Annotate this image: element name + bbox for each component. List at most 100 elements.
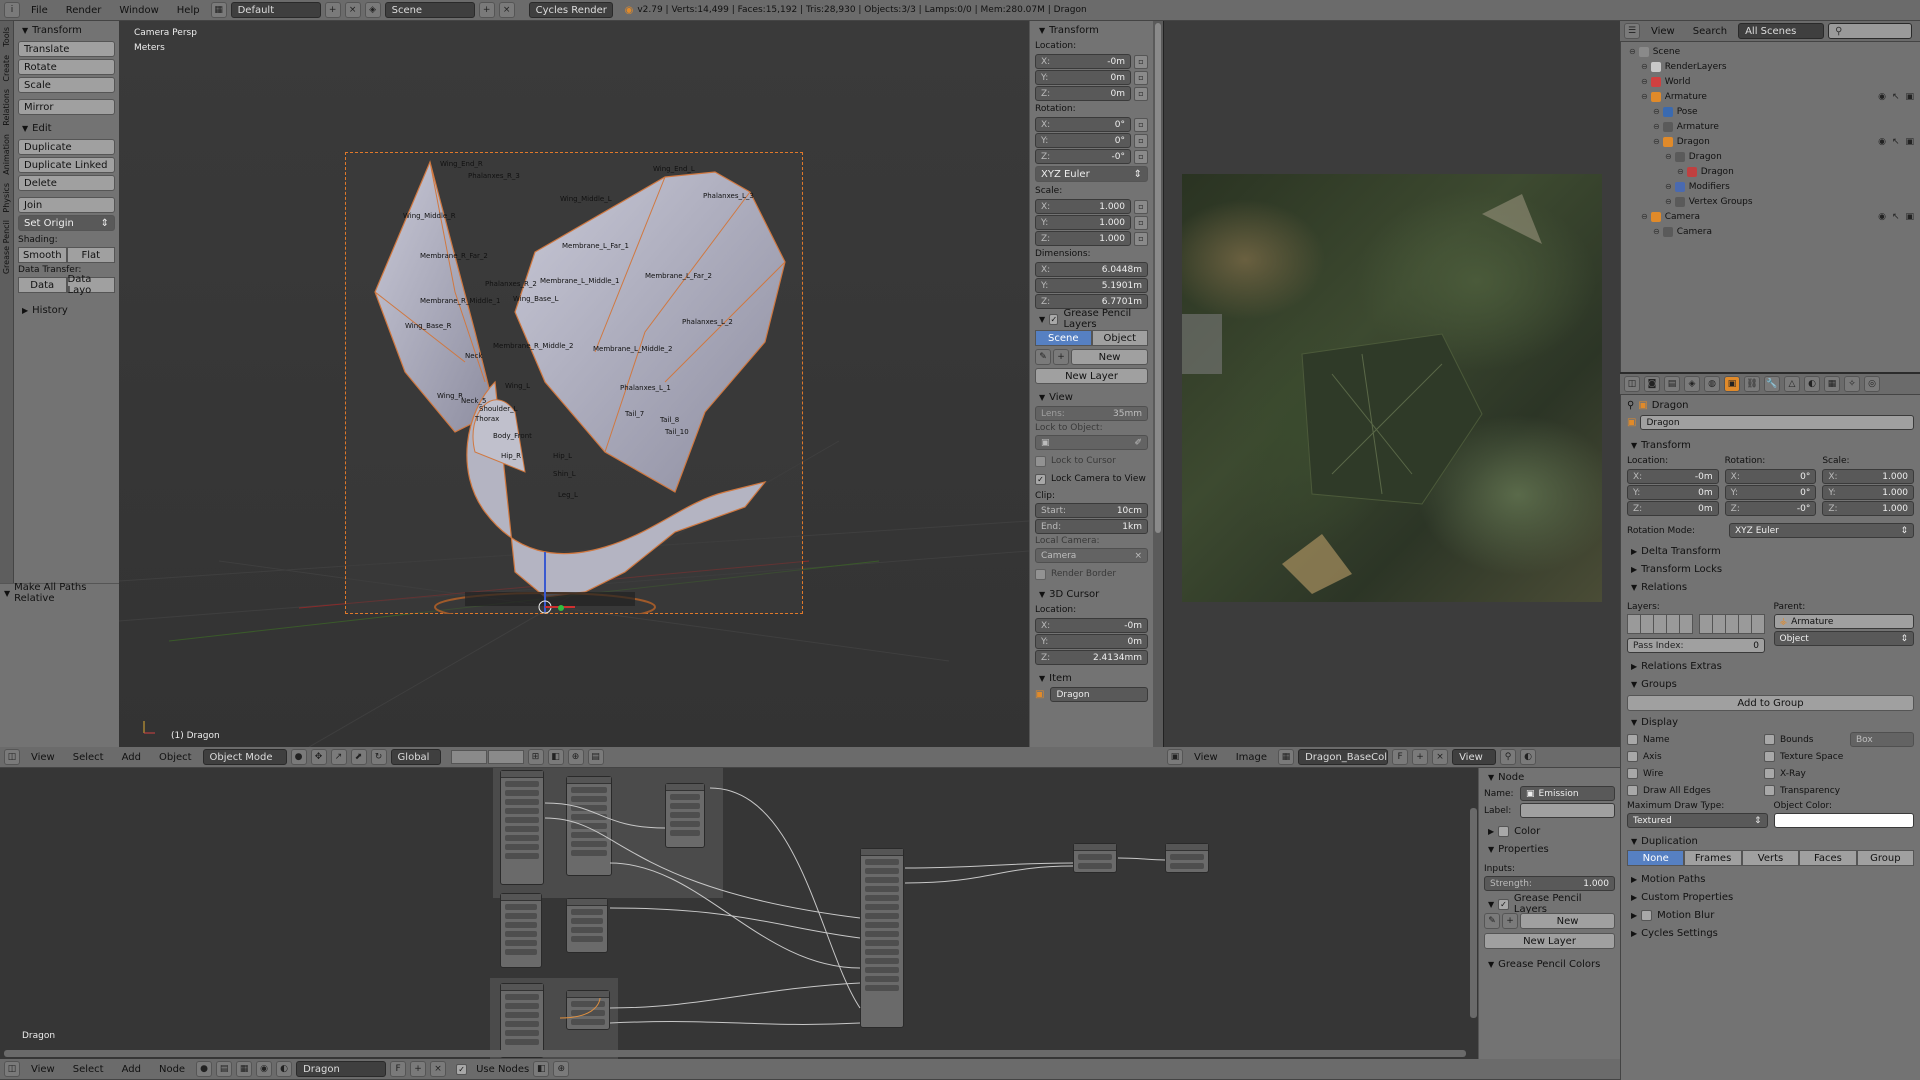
toolshelf-tab[interactable]: Create	[2, 55, 11, 82]
display-transparency-check[interactable]: Transparency	[1764, 782, 1914, 799]
lock-icon[interactable]: ▫	[1134, 231, 1148, 246]
outliner-item[interactable]: ⊖ Camera	[1625, 224, 1916, 239]
outliner-menu-view[interactable]: View	[1644, 26, 1682, 37]
mirror-button[interactable]: Mirror	[18, 99, 115, 115]
gp-scene-tab[interactable]: Scene	[1035, 330, 1092, 346]
props-section-transform[interactable]: Transform	[1627, 436, 1914, 454]
compositor-tree-icon[interactable]: ▤	[216, 1061, 233, 1077]
layers-tab-icon[interactable]: ▤	[1664, 376, 1680, 392]
outliner-item[interactable]: ⊖ Camera ◉ ↖ ▣	[1625, 209, 1916, 224]
material-add-icon[interactable]: +	[410, 1061, 427, 1077]
node-gp-new-button[interactable]: New	[1520, 913, 1615, 929]
props-rotation-field[interactable]: X: 0°	[1724, 469, 1817, 484]
node-vscrollbar[interactable]	[1470, 808, 1477, 1018]
modifiers-tab-icon[interactable]: 🔧	[1764, 376, 1780, 392]
max-draw-type-select[interactable]: Textured ⇕	[1627, 813, 1768, 828]
section-history[interactable]: History	[18, 301, 115, 319]
select-arrow-icon[interactable]: ↖	[1892, 92, 1900, 102]
data-tab-icon[interactable]: △	[1784, 376, 1800, 392]
np-dimension-field[interactable]: Y: 5.1901m	[1035, 278, 1148, 293]
node-gp-colors-section[interactable]: Grease Pencil Colors	[1484, 955, 1615, 973]
expand-icon[interactable]: ⊖	[1653, 137, 1660, 146]
make-paths-relative[interactable]: Make All Paths Relative	[0, 582, 119, 604]
gp-add-icon[interactable]: +	[1053, 349, 1069, 365]
mode-select[interactable]: Object Mode	[202, 749, 287, 765]
expand-icon[interactable]: ⊖	[1641, 92, 1648, 101]
custom-properties-section[interactable]: Custom Properties	[1627, 888, 1914, 906]
np-scrollbar[interactable]	[1153, 21, 1163, 747]
outliner-item[interactable]: ⊖ RenderLayers	[1625, 59, 1916, 74]
pass-index-field[interactable]: Pass Index: 0	[1627, 638, 1765, 653]
np-section-item[interactable]: Item	[1035, 669, 1148, 687]
material-fake-icon[interactable]: F	[390, 1061, 407, 1077]
img-menu-image[interactable]: Image	[1229, 752, 1274, 763]
np-dimension-field[interactable]: X: 6.0448m	[1035, 262, 1148, 277]
object-shader-icon[interactable]: ◉	[256, 1061, 273, 1077]
clip-start-field[interactable]: Start: 10cm	[1035, 503, 1148, 518]
display-section[interactable]: Display	[1627, 713, 1914, 731]
node-properties-section[interactable]: Properties	[1484, 840, 1615, 858]
visibility-eye-icon[interactable]: ◉	[1878, 92, 1886, 102]
local-camera-field[interactable]: Camera ×	[1035, 548, 1148, 563]
pin-icon[interactable]: ⚲	[1500, 749, 1517, 765]
vp-menu-add[interactable]: Add	[115, 752, 148, 763]
toolshelf-tab[interactable]: Grease Pencil	[2, 220, 11, 274]
bounds-box[interactable]	[1764, 734, 1775, 745]
display-draw-edges-check[interactable]: Draw All Edges	[1627, 782, 1764, 799]
lock-object-field[interactable]: ▣ ✐	[1035, 435, 1148, 450]
image-fake-icon[interactable]: F	[1392, 749, 1409, 765]
np-scale-field[interactable]: Y: 1.000	[1035, 215, 1131, 230]
add-to-group-button[interactable]: Add to Group	[1627, 695, 1914, 711]
menu-help[interactable]: Help	[170, 5, 207, 16]
render-border-box[interactable]	[1035, 568, 1046, 580]
snap-icon[interactable]: ⊕	[567, 749, 584, 765]
image-editor-type-icon[interactable]: ▣	[1167, 749, 1183, 765]
np-location-field[interactable]: Y: 0m	[1035, 70, 1131, 85]
info-editor-icon[interactable]: i	[4, 2, 20, 18]
outliner-item[interactable]: ⊖ Dragon	[1625, 164, 1916, 179]
lock-icon[interactable]: ▫	[1134, 133, 1148, 148]
use-nodes-check[interactable]: ✓	[456, 1063, 468, 1075]
outliner-item[interactable]: ⊖ Dragon	[1625, 149, 1916, 164]
lock-camera-box[interactable]: ✓	[1035, 473, 1046, 485]
cursor-location-field[interactable]: Y: 0m	[1035, 634, 1148, 649]
duplicate-button[interactable]: Duplicate	[18, 139, 115, 155]
outliner-item[interactable]: ⊖ Pose	[1625, 104, 1916, 119]
outliner-item[interactable]: ⊖ World	[1625, 74, 1916, 89]
outliner-item[interactable]: ⊖ Armature	[1625, 119, 1916, 134]
strength-field[interactable]: Strength: 1.000	[1484, 876, 1615, 891]
node-label-field[interactable]	[1520, 803, 1615, 818]
duplication-section[interactable]: Duplication	[1627, 832, 1914, 850]
img-menu-view[interactable]: View	[1187, 752, 1225, 763]
duplication-verts-tab[interactable]: Verts	[1741, 850, 1800, 866]
display-texture-space-check[interactable]: Texture Space	[1764, 748, 1914, 765]
pencil-icon[interactable]: ✎	[1035, 349, 1051, 365]
render-tab-icon[interactable]: ◙	[1644, 376, 1660, 392]
lock-layers-icon[interactable]: ⊞	[527, 749, 544, 765]
np-rotation-field[interactable]: Z: -0°	[1035, 149, 1131, 164]
np-dimension-field[interactable]: Z: 6.7701m	[1035, 294, 1148, 309]
cycles-settings-section[interactable]: Cycles Settings	[1627, 924, 1914, 942]
rotate-button[interactable]: Rotate	[18, 59, 115, 75]
motion-blur-section[interactable]: Motion Blur	[1627, 906, 1914, 924]
outliner-menu-search[interactable]: Search	[1686, 26, 1734, 37]
duplication-frames-tab[interactable]: Frames	[1684, 850, 1742, 866]
bounds-type-select[interactable]: Box	[1850, 732, 1914, 747]
gp-new-button[interactable]: New	[1071, 349, 1148, 365]
outliner-item[interactable]: ⊖ Modifiers	[1625, 179, 1916, 194]
scale-button[interactable]: Scale	[18, 77, 115, 93]
motion-blur-check[interactable]	[1641, 909, 1653, 921]
expand-icon[interactable]: ⊖	[1641, 212, 1648, 221]
expand-icon[interactable]: ⊖	[1665, 197, 1672, 206]
duplicate-linked-button[interactable]: Duplicate Linked	[18, 157, 115, 173]
duplication-none-tab[interactable]: None	[1627, 850, 1685, 866]
props-location-field[interactable]: X: -0m	[1627, 469, 1719, 484]
expand-icon[interactable]: ⊖	[1641, 77, 1648, 86]
layer-buttons[interactable]	[450, 750, 524, 764]
parent-type-select[interactable]: Object ⇕	[1773, 631, 1914, 646]
menu-render[interactable]: Render	[59, 5, 109, 16]
data-layout-button[interactable]: Data Layo	[66, 274, 115, 296]
expand-icon[interactable]: ⊖	[1653, 227, 1660, 236]
section-edit[interactable]: Edit	[18, 119, 115, 137]
material-icon[interactable]: ◐	[276, 1061, 293, 1077]
